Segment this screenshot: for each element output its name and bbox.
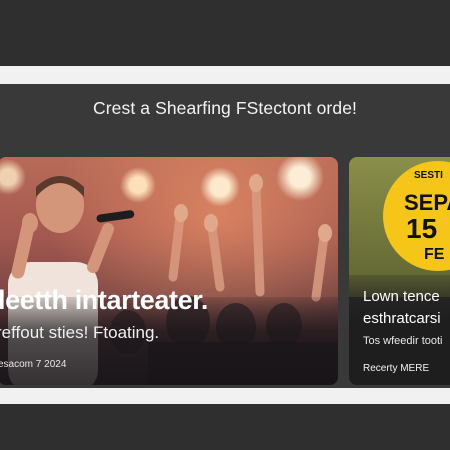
event-card-2[interactable]: SESTI SEPA 15 FE Lown tence esthratcarsi… bbox=[349, 157, 450, 385]
card-link[interactable]: Recerty MERE bbox=[363, 363, 429, 374]
bottom-bar bbox=[0, 404, 450, 450]
badge-bottom-text: FE bbox=[424, 246, 445, 263]
bottom-divider-strip bbox=[0, 388, 450, 404]
card-subtitle: Tos wfeedir tooti bbox=[363, 335, 443, 347]
badge-day: 15 bbox=[406, 213, 438, 244]
top-bar bbox=[0, 0, 450, 66]
card-title[interactable]: leetth intarteater. bbox=[0, 285, 208, 316]
page-headline: Crest a Shearfing FStectont orde! bbox=[93, 98, 357, 118]
badge-top-text: SESTI bbox=[414, 170, 443, 181]
top-divider-strip bbox=[0, 66, 450, 84]
card-title-line-1[interactable]: Lown tence bbox=[363, 288, 440, 305]
card-date: esacom 7 2024 bbox=[0, 359, 67, 370]
card-title-line-2[interactable]: esthratcarsi bbox=[363, 310, 441, 327]
card-subtitle: reffout sties! Ftoating. bbox=[0, 323, 160, 342]
event-card-1[interactable]: leetth intarteater. reffout sties! Ftoat… bbox=[0, 157, 338, 385]
